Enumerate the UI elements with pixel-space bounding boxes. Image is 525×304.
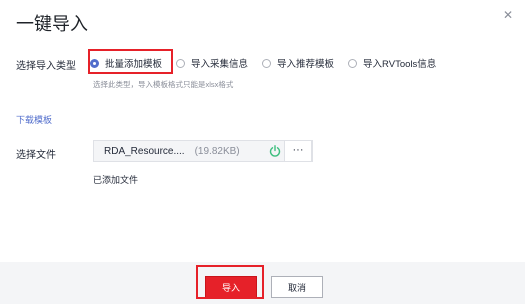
radio-label: 导入RVTools信息 <box>363 59 437 70</box>
power-loading-icon <box>269 145 281 157</box>
close-icon[interactable]: ✕ <box>503 8 513 22</box>
file-added-status: 已添加文件 <box>93 175 139 185</box>
radio-batch-add-template[interactable]: 批量添加模板 <box>90 56 162 70</box>
file-size: (19.82KB) <box>194 145 240 157</box>
radio-import-rvtools-info[interactable]: 导入RVTools信息 <box>348 56 436 70</box>
radio-checked-icon <box>90 58 99 68</box>
radio-unchecked-icon <box>348 58 358 68</box>
radio-label: 导入推荐模板 <box>277 59 335 70</box>
import-button[interactable]: 导入 <box>205 276 257 298</box>
more-options-button[interactable]: ··· <box>284 140 312 162</box>
file-selector[interactable]: RDA_Resource.... (19.82KB) ··· <box>93 140 313 162</box>
cancel-button[interactable]: 取消 <box>271 276 323 298</box>
radio-unchecked-icon <box>176 58 186 68</box>
format-hint: 选择此类型，导入模板格式只能是xlsx格式 <box>93 80 234 89</box>
radio-unchecked-icon <box>262 58 272 68</box>
radio-label: 导入采集信息 <box>191 59 249 70</box>
file-name: RDA_Resource.... <box>104 145 185 157</box>
select-file-label: 选择文件 <box>16 150 56 161</box>
radio-label: 批量添加模板 <box>105 59 163 70</box>
radio-import-collected-info[interactable]: 导入采集信息 <box>176 56 248 70</box>
import-dialog: 一键导入 ✕ 选择导入类型 批量添加模板 导入采集信息 导入推荐模板 导入RVT… <box>0 0 525 304</box>
import-type-label: 选择导入类型 <box>16 61 76 72</box>
dialog-title: 一键导入 <box>16 14 88 34</box>
dialog-footer <box>0 262 525 304</box>
import-type-radio-group: 批量添加模板 导入采集信息 导入推荐模板 导入RVTools信息 <box>90 51 450 75</box>
download-template-link[interactable]: 下载模板 <box>16 113 52 126</box>
radio-import-recommended-template[interactable]: 导入推荐模板 <box>262 56 334 70</box>
